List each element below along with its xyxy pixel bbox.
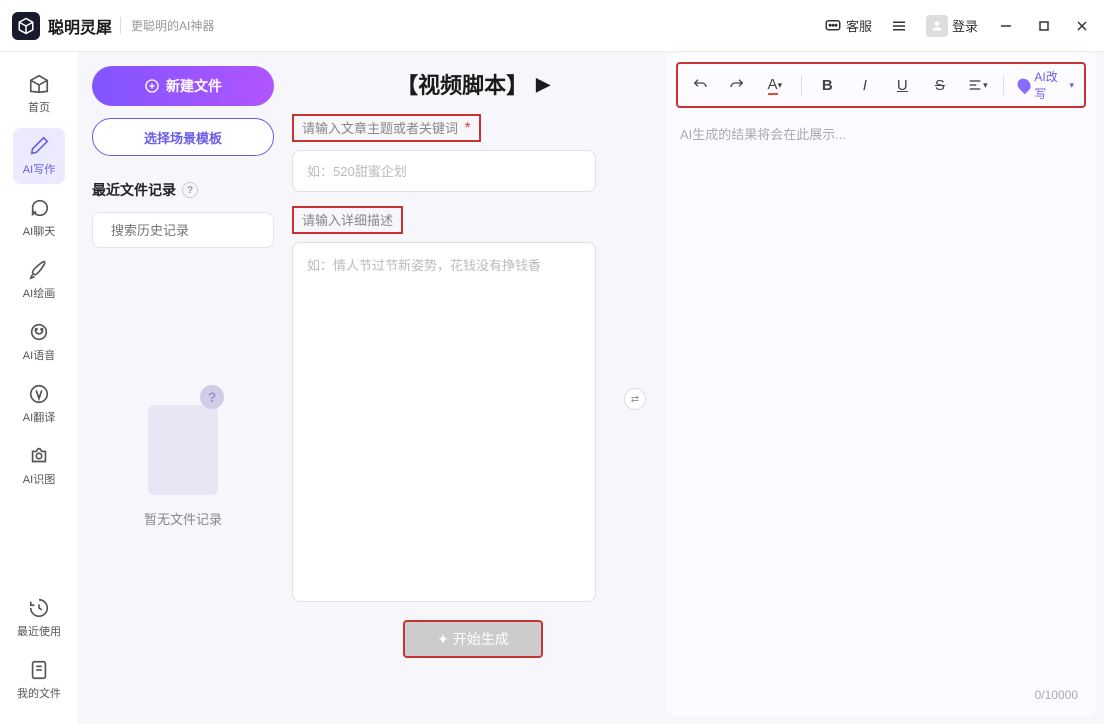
underline-button[interactable]: U: [891, 72, 915, 98]
toolbar-separator: [1003, 75, 1004, 95]
menu-button[interactable]: [890, 17, 908, 35]
search-input[interactable]: [111, 223, 287, 238]
title-bar: 聪明灵犀 更聪明的AI神器 客服 登录: [0, 0, 1104, 52]
required-mark: *: [464, 120, 470, 137]
window-maximize-button[interactable]: [1034, 16, 1054, 36]
sparkle-icon: ✦: [437, 631, 449, 648]
output-area[interactable]: AI生成的结果将会在此展示...: [676, 108, 1086, 684]
sidebar-label: 我的文件: [17, 685, 61, 701]
description-input[interactable]: [292, 242, 596, 602]
sidebar-item-home[interactable]: 首页: [13, 66, 65, 122]
title-arrow-icon: ▶: [536, 74, 550, 95]
ai-rewrite-label: AI改写: [1034, 68, 1065, 102]
subject-input[interactable]: [292, 150, 596, 192]
sidebar-item-draw[interactable]: AI绘画: [13, 252, 65, 308]
strike-button[interactable]: S: [928, 72, 952, 98]
sidebar-label: AI语音: [23, 347, 55, 363]
align-button[interactable]: ▾: [966, 72, 990, 98]
undo-button[interactable]: [688, 72, 712, 98]
description-label-box: 请输入详细描述: [292, 206, 403, 234]
customer-service-label: 客服: [846, 16, 872, 35]
sidebar-item-files[interactable]: 我的文件: [13, 652, 65, 708]
login-label: 登录: [952, 16, 978, 35]
sidebar-item-chat[interactable]: AI聊天: [13, 190, 65, 246]
sidebar: 首页 AI写作 AI聊天 AI绘画 AI语音 AI翻译 AI识图 最: [0, 52, 78, 724]
pane-resize-handle[interactable]: ⇄: [624, 388, 646, 410]
sidebar-label: AI聊天: [23, 223, 55, 239]
empty-state: ? 暂无文件记录: [92, 248, 274, 724]
ai-rewrite-button[interactable]: AI改写 ▾: [1018, 68, 1074, 102]
search-box[interactable]: [92, 212, 274, 248]
description-label: 请输入详细描述: [302, 213, 393, 228]
avatar-icon: [926, 15, 948, 37]
sidebar-item-recent[interactable]: 最近使用: [13, 590, 65, 646]
subject-label: 请输入文章主题或者关键词: [302, 121, 458, 136]
editor-toolbar: A▾ B I U S ▾ AI改写 ▾: [676, 62, 1086, 108]
empty-state-text: 暂无文件记录: [144, 509, 222, 528]
customer-service-button[interactable]: 客服: [824, 16, 872, 35]
toolbar-separator: [801, 75, 802, 95]
new-file-button[interactable]: 新建文件: [92, 66, 274, 106]
subject-label-box: 请输入文章主题或者关键词 *: [292, 114, 481, 142]
redo-button[interactable]: [726, 72, 750, 98]
generate-label: 开始生成: [453, 629, 509, 649]
sidebar-label: 首页: [28, 99, 50, 115]
help-icon[interactable]: ?: [182, 182, 198, 198]
template-button[interactable]: 选择场景模板: [92, 118, 274, 156]
ai-rewrite-icon: [1015, 76, 1034, 95]
new-file-label: 新建文件: [166, 76, 222, 96]
document-title-text: 【视频脚本】: [396, 68, 528, 100]
document-title[interactable]: 【视频脚本】 ▶: [292, 68, 654, 100]
recent-files-title: 最近文件记录 ?: [92, 180, 274, 200]
window-close-button[interactable]: [1072, 16, 1092, 36]
sidebar-label: AI识图: [23, 471, 55, 487]
output-panel: A▾ B I U S ▾ AI改写 ▾ AI生成的结果将会在此展示... 0/1…: [666, 52, 1096, 716]
font-color-button[interactable]: A▾: [763, 72, 787, 98]
sidebar-label: AI写作: [23, 161, 55, 177]
sidebar-item-image[interactable]: AI识图: [13, 438, 65, 494]
sidebar-label: AI翻译: [23, 409, 55, 425]
italic-button[interactable]: I: [853, 72, 877, 98]
char-count: 0/10000: [676, 684, 1086, 706]
sidebar-label: 最近使用: [17, 623, 61, 639]
sidebar-label: AI绘画: [23, 285, 55, 301]
editor-center: 【视频脚本】 ▶ 请输入文章主题或者关键词 * 请输入详细描述 ✦ 开始生成: [288, 52, 658, 716]
tagline: 更聪明的AI神器: [120, 17, 214, 34]
files-panel: 新建文件 选择场景模板 最近文件记录 ? ? 暂无文件记录: [78, 52, 288, 724]
login-button[interactable]: 登录: [926, 15, 978, 37]
empty-state-icon: ?: [138, 385, 228, 495]
bold-button[interactable]: B: [816, 72, 840, 98]
window-minimize-button[interactable]: [996, 16, 1016, 36]
logo-icon: [12, 12, 40, 40]
generate-button[interactable]: ✦ 开始生成: [403, 620, 543, 658]
brand-name: 聪明灵犀: [48, 14, 112, 38]
sidebar-item-writing[interactable]: AI写作: [13, 128, 65, 184]
sidebar-item-translate[interactable]: AI翻译: [13, 376, 65, 432]
recent-files-label: 最近文件记录: [92, 180, 176, 200]
sidebar-item-voice[interactable]: AI语音: [13, 314, 65, 370]
